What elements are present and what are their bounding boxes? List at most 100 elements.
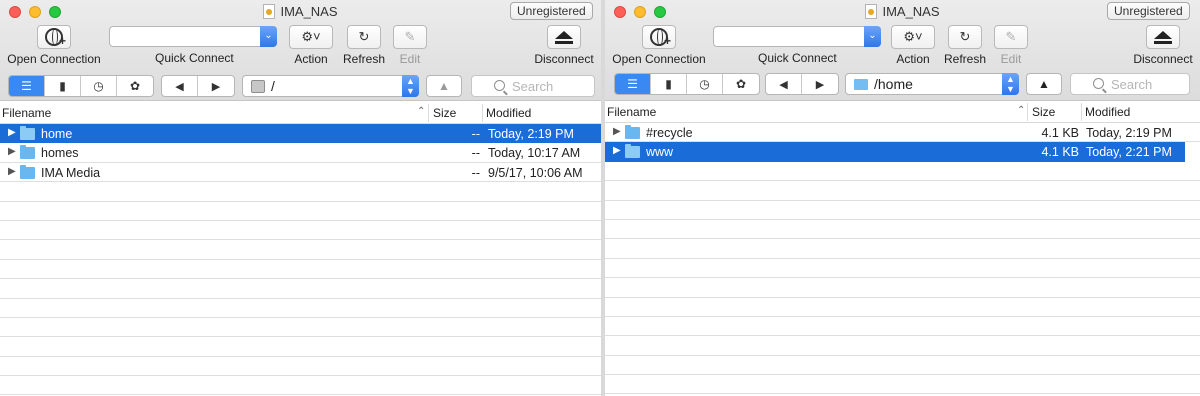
disclosure-triangle-icon[interactable]: ▶ [8,166,16,177]
refresh-icon: ↻ [948,25,982,49]
empty-row [605,201,1200,220]
empty-row [0,357,601,377]
column-filename[interactable]: Filename [2,106,51,120]
search-input[interactable]: Search [1070,73,1190,95]
gear-icon: ⚙˅ [289,25,333,49]
forward-arrow-icon[interactable]: ▶ [198,76,234,96]
file-row[interactable]: ▶ home -- Today, 2:19 PM [0,124,601,144]
file-row[interactable]: ▶ homes -- Today, 10:17 AM [0,143,601,163]
empty-row [0,279,601,299]
view-switcher: ☰ ▮ ◷ ✿ [8,75,154,97]
empty-row [605,317,1200,337]
search-placeholder: Search [1111,77,1153,92]
file-modified: 9/5/17, 10:06 AM [488,165,583,180]
file-size: -- [471,165,480,180]
disconnect-label: Disconnect [534,52,594,66]
empty-row [605,356,1200,376]
pencil-icon: ✎ [393,25,427,49]
empty-row [0,202,601,221]
open-connection-button[interactable]: + Open Connection [611,25,707,66]
disclosure-triangle-icon[interactable]: ▶ [613,126,621,137]
refresh-button[interactable]: ↻ Refresh [944,25,986,66]
up-arrow-icon[interactable]: ▲ [1026,73,1062,95]
quick-connect-combo[interactable]: ⌄ [109,26,277,47]
refresh-label: Refresh [944,52,987,66]
edit-label: Edit [399,52,421,66]
bonjour-icon[interactable]: ✿ [723,74,759,94]
search-input[interactable]: Search [471,75,595,97]
column-modified[interactable]: Modified [486,106,531,120]
history-icon[interactable]: ◷ [81,76,117,96]
column-divider [1027,103,1028,121]
disclosure-triangle-icon[interactable]: ▶ [8,127,16,138]
back-arrow-icon[interactable]: ◀ [162,76,198,96]
refresh-button[interactable]: ↻ Refresh [343,25,385,66]
unregistered-badge[interactable]: Unregistered [1107,2,1190,20]
quick-connect-label: Quick Connect [155,51,234,65]
edit-button[interactable]: ✎ Edit [393,25,427,66]
file-row[interactable]: ▶ IMA Media -- 9/5/17, 10:06 AM [0,163,601,183]
window-left: IMA_NAS Unregistered + Open Connection ⌄… [0,0,601,396]
file-name: home [41,127,73,141]
chevron-down-icon[interactable]: ⌄ [260,26,277,47]
file-row[interactable]: ▶ #recycle 4.1 KB Today, 2:19 PM [605,123,1200,143]
disconnect-button[interactable]: Disconnect [1131,25,1195,66]
bookmark-icon[interactable]: ▮ [651,74,687,94]
edit-label: Edit [1000,52,1022,66]
chevron-updown-icon[interactable]: ▲ ▼ [1002,73,1019,95]
document-icon [263,4,276,19]
file-name: #recycle [646,126,693,140]
empty-row [605,375,1200,395]
path-selector[interactable]: /home ▲ ▼ [845,73,1019,95]
open-connection-button[interactable]: + Open Connection [6,25,102,66]
action-button[interactable]: ⚙˅ Action [889,25,937,66]
sort-ascending-icon: ⌃ [1017,105,1026,116]
column-modified[interactable]: Modified [1085,105,1130,119]
file-name: www [646,145,674,160]
unregistered-badge[interactable]: Unregistered [510,2,593,20]
disclosure-triangle-icon[interactable]: ▶ [8,146,16,157]
bonjour-icon[interactable]: ✿ [117,76,153,96]
gear-icon: ⚙˅ [891,25,935,49]
file-list: ▶ #recycle 4.1 KB Today, 2:19 PM ▶ www 4… [605,123,1200,396]
column-size[interactable]: Size [1032,105,1055,119]
bookmark-icon[interactable]: ▮ [45,76,81,96]
empty-row [605,278,1200,298]
disconnect-button[interactable]: Disconnect [532,25,596,66]
empty-row [605,336,1200,356]
refresh-label: Refresh [343,52,386,66]
eject-icon [547,25,581,49]
view-switcher: ☰ ▮ ◷ ✿ [614,73,760,95]
navigation-buttons: ◀ ▶ [161,75,235,97]
file-list: ▶ home -- Today, 2:19 PM ▶ homes -- Toda… [0,124,601,396]
empty-row [605,239,1200,259]
empty-row [605,298,1200,317]
search-placeholder: Search [512,79,554,94]
edit-button[interactable]: ✎ Edit [994,25,1028,66]
disclosure-triangle-icon[interactable]: ▶ [613,145,621,156]
open-connection-label: Open Connection [612,52,706,66]
back-arrow-icon[interactable]: ◀ [766,74,802,94]
toolbar: IMA_NAS Unregistered + Open Connection ⌄… [0,0,601,101]
file-size: 4.1 KB [1041,126,1079,140]
history-icon[interactable]: ◷ [687,74,723,94]
folder-icon [625,125,640,139]
file-modified: Today, 2:21 PM [1086,145,1172,160]
action-button[interactable]: ⚙˅ Action [287,25,335,66]
column-size[interactable]: Size [433,106,456,120]
list-view-icon[interactable]: ☰ [615,74,651,94]
file-row[interactable]: ▶ www 4.1 KB Today, 2:21 PM [605,142,1185,162]
chevron-down-icon[interactable]: ⌄ [864,26,881,47]
path-text: /home [874,76,913,92]
column-divider [1081,103,1082,121]
forward-arrow-icon[interactable]: ▶ [802,74,838,94]
file-size: -- [471,127,480,141]
path-selector[interactable]: / ▲ ▼ [242,75,419,97]
up-arrow-icon[interactable]: ▲ [426,75,462,97]
empty-row [0,221,601,241]
quick-connect-combo[interactable]: ⌄ [713,26,881,47]
list-view-icon[interactable]: ☰ [9,76,45,96]
file-name: IMA Media [41,165,101,180]
column-filename[interactable]: Filename [607,105,656,119]
chevron-updown-icon[interactable]: ▲ ▼ [402,75,419,97]
